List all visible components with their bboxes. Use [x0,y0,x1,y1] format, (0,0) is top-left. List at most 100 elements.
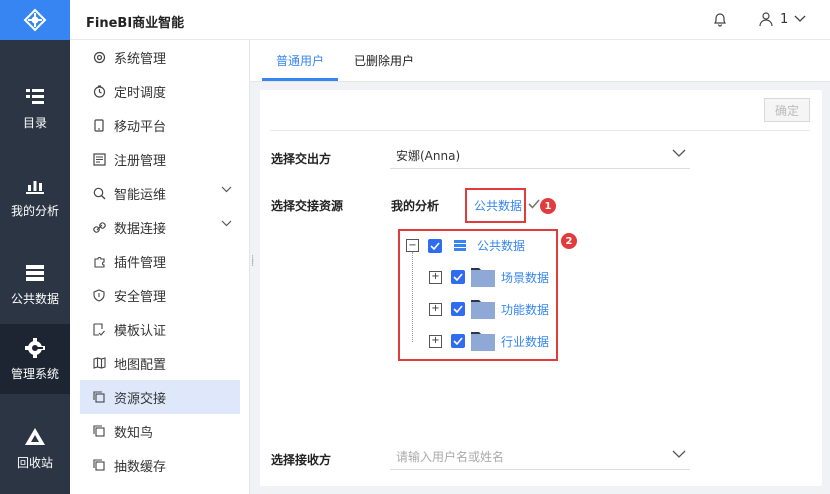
sidebar-item-resource-handover[interactable]: 资源交接 [80,380,240,414]
ops-icon [92,186,106,200]
receiver-label: 选择接收方 [271,453,332,467]
sidebar-item-shuzhiniao[interactable]: 数知鸟 [80,414,240,448]
sidebar-item-label: 安全管理 [114,289,167,305]
settings-icon [92,50,106,64]
expand-icon[interactable]: + [429,302,442,316]
user-tabs: 普通用户 已删除用户 [250,40,830,82]
sidebar-item-system-management[interactable]: 系统管理 [80,40,240,74]
link-icon [92,220,106,234]
nav-item-admin-system[interactable]: 管理系统 [0,324,70,394]
sidebar-item-mobile-platform[interactable]: 移动平台 [80,108,240,142]
nav-item-label: 回收站 [16,455,53,470]
sidebar-item-label: 系统管理 [114,51,167,67]
sidebar-item-label: 插件管理 [114,255,167,271]
sidebar-item-label: 地图配置 [114,357,167,373]
sidebar-item-label: 模板认证 [114,323,167,339]
nav-item-public-data[interactable]: 公共数据 [0,246,70,322]
gear-icon [24,337,46,359]
from-label: 选择交出方 [271,152,332,166]
nav-item-label: 管理系统 [10,366,59,381]
tree-node: + 行业数据 [429,330,549,352]
nav-item-catalog[interactable]: 目录 [0,70,70,146]
chevron-down-icon [672,149,686,157]
sidebar-item-map-config[interactable]: 地图配置 [80,346,240,380]
nav-item-label: 目录 [22,115,47,130]
logo-icon [23,8,47,32]
tree-connector [412,252,413,342]
annotation-box-1 [465,188,526,223]
nav-item-recycle-bin[interactable]: 回收站 [0,410,70,486]
logo[interactable] [0,0,70,40]
nav-item-label: 公共数据 [10,291,59,306]
from-select[interactable]: 安娜(Anna) [390,147,690,169]
receiver-input[interactable]: 请输入用户名或姓名 [390,448,690,470]
bell-icon[interactable] [712,11,728,30]
subtab-my-analysis[interactable]: 我的分析 [391,197,439,214]
tree-node-root: − 公共数据 [406,237,525,254]
map-icon [92,356,106,370]
chevron-down-icon [221,220,232,227]
nav-item-my-analysis[interactable]: 我的分析 [0,158,70,234]
catalog-icon [24,86,46,108]
sidebar-item-label: 注册管理 [114,153,167,169]
expand-icon[interactable]: + [429,270,442,284]
sidebar-item-label: 资源交接 [114,391,167,407]
annotation-badge-2: 2 [561,233,577,249]
tree-label[interactable]: 场景数据 [501,269,549,286]
collapse-icon[interactable]: − [406,239,419,252]
sidebar-item-intelligent-ops[interactable]: 智能运维 [80,176,240,210]
chevron-down-icon [672,450,686,458]
copy-icon [92,390,106,404]
sidebar-item-label: 定时调度 [114,85,167,101]
tree-node: + 场景数据 [429,266,549,288]
template-icon [92,322,106,336]
top-header: FineBI商业智能 1 [70,0,830,40]
user-menu[interactable]: 1 [758,11,806,27]
resize-handle-icon[interactable]: ⁞ ⁞ [251,255,254,269]
tab-deleted-users[interactable]: 已删除用户 [354,52,414,69]
active-tab-indicator [262,78,338,81]
from-value: 安娜(Anna) [396,149,461,163]
tree-checkbox[interactable] [451,302,465,316]
tree-label[interactable]: 行业数据 [501,333,549,350]
database-icon [24,262,46,284]
tree-checkbox[interactable] [451,334,465,348]
user-name: 1 [780,11,789,27]
chevron-down-icon [794,15,806,22]
receiver-placeholder: 请输入用户名或姓名 [396,450,505,464]
expand-icon[interactable]: + [429,334,442,348]
sidebar-item-data-connection[interactable]: 数据连接 [80,210,240,244]
chart-icon [24,174,46,196]
sidebar-item-label: 数知鸟 [114,425,154,441]
database-icon [454,240,466,251]
tree-label[interactable]: 功能数据 [501,301,549,318]
app-title: FineBI商业智能 [86,16,185,31]
sidebar-item-extract-cache[interactable]: 抽数缓存 [80,448,240,482]
sidebar-item-plugin-management[interactable]: 插件管理 [80,244,240,278]
admin-sidebar: 系统管理 定时调度 移动平台 注册管理 智能运维 数据连接 插件管理 安全管理 … [70,40,250,494]
confirm-button[interactable]: 确定 [764,98,810,122]
copy-icon [92,458,106,472]
nav-item-label: 我的分析 [10,203,59,218]
left-nav: 目录 我的分析 公共数据 管理系统 回收站 [0,0,70,494]
sidebar-item-label: 抽数缓存 [114,459,167,475]
tree-node: + 功能数据 [429,298,549,320]
sidebar-item-scheduling[interactable]: 定时调度 [80,74,240,108]
folder-icon [471,268,495,287]
tree-checkbox[interactable] [451,270,465,284]
tree-label[interactable]: 公共数据 [477,237,525,254]
plugin-icon [92,254,106,268]
folder-icon [471,332,495,351]
tree-checkbox[interactable] [428,238,442,253]
check-icon [528,199,540,209]
annotation-badge-1: 1 [540,198,556,214]
tab-normal-users[interactable]: 普通用户 [276,52,324,69]
sidebar-item-security[interactable]: 安全管理 [80,278,240,312]
divider [270,130,810,131]
sidebar-item-registration[interactable]: 注册管理 [80,142,240,176]
user-icon [759,12,773,27]
folder-icon [471,300,495,319]
mobile-icon [92,118,106,132]
sidebar-item-template-auth[interactable]: 模板认证 [80,312,240,346]
sidebar-item-label: 移动平台 [114,119,167,135]
